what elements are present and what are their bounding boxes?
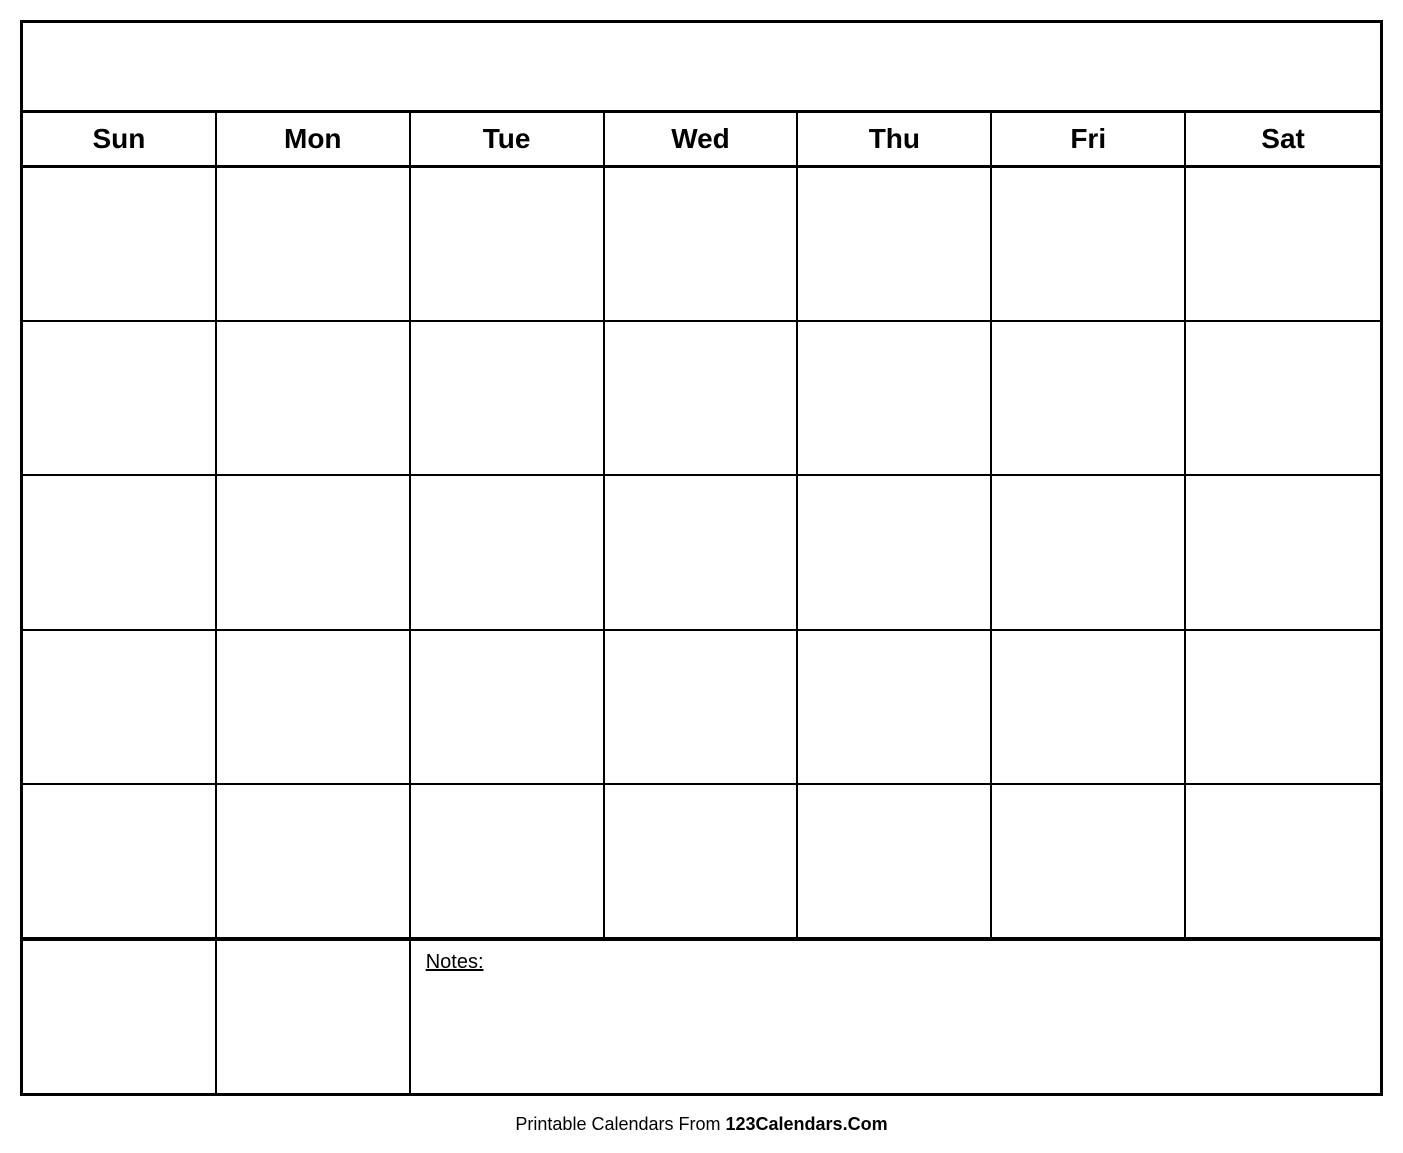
- title-row: [23, 23, 1380, 113]
- cell-r5-thu: [798, 785, 992, 937]
- cell-r4-tue: [411, 631, 605, 783]
- header-thu: Thu: [798, 113, 992, 165]
- cell-r3-thu: [798, 476, 992, 628]
- cell-r5-wed: [605, 785, 799, 937]
- cell-r3-sun: [23, 476, 217, 628]
- cell-r2-thu: [798, 322, 992, 474]
- calendar-body: Notes:: [23, 168, 1380, 1093]
- cell-r1-wed: [605, 168, 799, 320]
- cell-r2-fri: [992, 322, 1186, 474]
- cell-r4-mon: [217, 631, 411, 783]
- cell-r1-mon: [217, 168, 411, 320]
- cell-r5-tue: [411, 785, 605, 937]
- cell-r3-wed: [605, 476, 799, 628]
- cell-r2-tue: [411, 322, 605, 474]
- cell-r3-mon: [217, 476, 411, 628]
- cell-r4-sat: [1186, 631, 1380, 783]
- cell-r5-mon: [217, 785, 411, 937]
- header-fri: Fri: [992, 113, 1186, 165]
- notes-row: Notes:: [23, 939, 1380, 1093]
- cell-r4-thu: [798, 631, 992, 783]
- footer-text-normal: Printable Calendars From: [515, 1114, 725, 1134]
- footer: Printable Calendars From 123Calendars.Co…: [515, 1106, 887, 1143]
- cell-r2-wed: [605, 322, 799, 474]
- calendar-row-5: [23, 785, 1380, 939]
- cell-r4-fri: [992, 631, 1186, 783]
- footer-text-bold: 123Calendars.Com: [726, 1114, 888, 1134]
- calendar-container: Sun Mon Tue Wed Thu Fri Sat: [20, 20, 1383, 1096]
- cell-r4-wed: [605, 631, 799, 783]
- cell-r1-thu: [798, 168, 992, 320]
- cell-r5-sat: [1186, 785, 1380, 937]
- notes-cell-sun: [23, 941, 217, 1093]
- calendar-row-1: [23, 168, 1380, 322]
- cell-r3-sat: [1186, 476, 1380, 628]
- cell-r5-sun: [23, 785, 217, 937]
- header-tue: Tue: [411, 113, 605, 165]
- page-wrapper: Sun Mon Tue Wed Thu Fri Sat: [0, 0, 1403, 1153]
- cell-r3-tue: [411, 476, 605, 628]
- header-sun: Sun: [23, 113, 217, 165]
- calendar-row-4: [23, 631, 1380, 785]
- notes-label: Notes:: [426, 951, 484, 973]
- cell-r1-sat: [1186, 168, 1380, 320]
- header-mon: Mon: [217, 113, 411, 165]
- notes-cell-mon: [217, 941, 411, 1093]
- cell-r2-sun: [23, 322, 217, 474]
- calendar-row-2: [23, 322, 1380, 476]
- header-wed: Wed: [605, 113, 799, 165]
- cell-r2-sat: [1186, 322, 1380, 474]
- cell-r5-fri: [992, 785, 1186, 937]
- cell-r1-sun: [23, 168, 217, 320]
- notes-cell-content: Notes:: [411, 941, 1380, 1093]
- cell-r1-tue: [411, 168, 605, 320]
- cell-r4-sun: [23, 631, 217, 783]
- calendar-row-3: [23, 476, 1380, 630]
- header-sat: Sat: [1186, 113, 1380, 165]
- cell-r2-mon: [217, 322, 411, 474]
- cell-r3-fri: [992, 476, 1186, 628]
- calendar-header: Sun Mon Tue Wed Thu Fri Sat: [23, 113, 1380, 168]
- cell-r1-fri: [992, 168, 1186, 320]
